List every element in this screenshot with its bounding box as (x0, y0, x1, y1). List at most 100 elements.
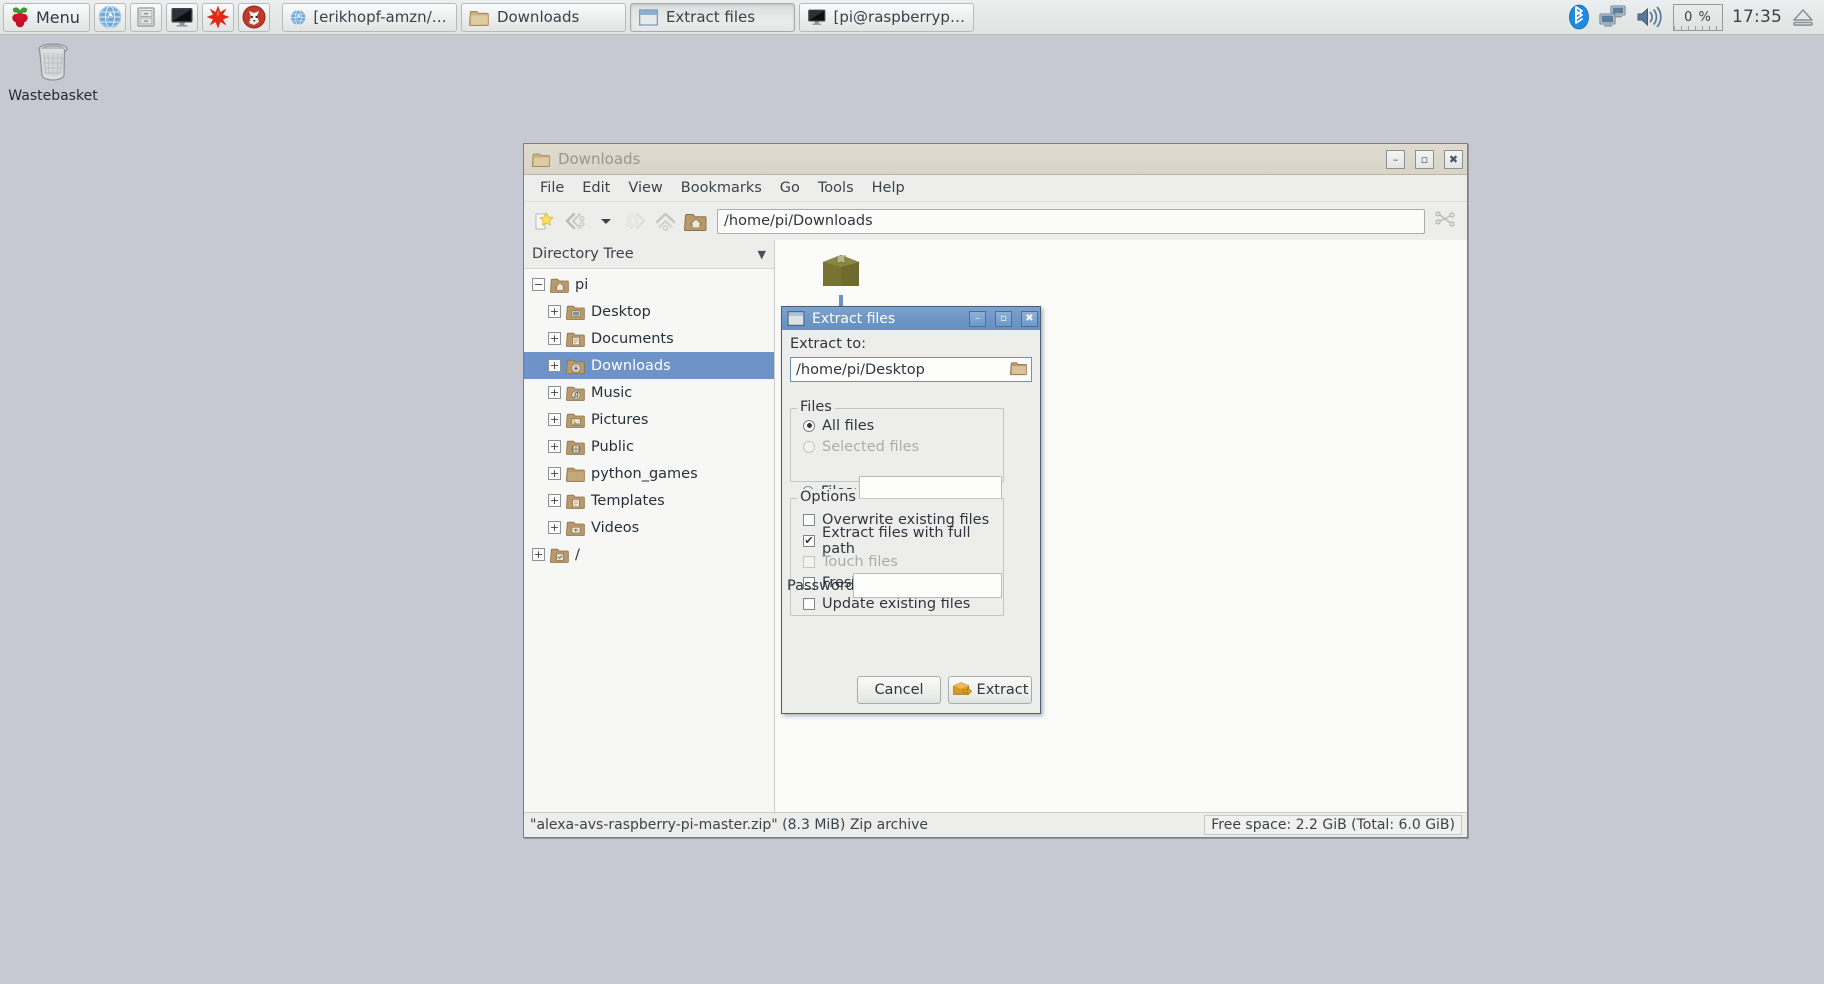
monitor-icon (808, 9, 826, 25)
taskbar: Menu [erikhopf-amzn/al Downloads Extract… (0, 0, 1824, 35)
cpu-meter-ticks (1674, 25, 1722, 30)
menu-button[interactable]: Menu (3, 2, 90, 32)
mathematica-launcher[interactable] (201, 2, 234, 32)
folder-icon (468, 10, 489, 26)
menu-tools[interactable]: Tools (810, 177, 862, 199)
tree-item-downloads[interactable]: + Downloads (524, 352, 774, 379)
videos-folder-icon (566, 519, 586, 537)
menu-button-label: Menu (36, 7, 80, 27)
menu-file[interactable]: File (532, 177, 572, 199)
tree-item-documents[interactable]: + Documents (524, 325, 774, 352)
network-icon[interactable] (1599, 5, 1627, 29)
back-icon[interactable] (562, 208, 589, 235)
expander-plus-icon[interactable]: + (548, 332, 561, 345)
raspberry-pi-icon (12, 7, 28, 28)
tree-item-label: Documents (591, 330, 674, 347)
system-tray: 0 % 17:35 (1568, 3, 1824, 32)
extract-to-input[interactable]: /home/pi/Desktop (790, 357, 1032, 382)
tree-item-python-games[interactable]: + python_games (524, 460, 774, 487)
checkbox-touch-files-label: Touch files (822, 553, 898, 570)
desktop-icon-label: Wastebasket (8, 88, 98, 104)
password-input[interactable] (853, 573, 1002, 598)
expander-plus-icon[interactable]: + (532, 548, 545, 561)
checkbox-extract-full-path[interactable]: ✔ Extract files with full path (803, 525, 1003, 557)
menu-help[interactable]: Help (864, 177, 913, 199)
file-manager-menubar: File Edit View Bookmarks Go Tools Help (524, 175, 1467, 202)
checkbox-indicator: ✔ (803, 534, 815, 547)
globe-icon (290, 9, 306, 25)
expander-plus-icon[interactable]: + (548, 359, 561, 372)
menu-go[interactable]: Go (772, 177, 808, 199)
expander-minus-icon[interactable]: − (532, 278, 545, 291)
status-selection-info: "alexa-avs-raspberry-pi-master.zip" (8.3… (530, 817, 929, 833)
tree-item-desktop[interactable]: + Desktop (524, 298, 774, 325)
dialog-button-row: Cancel Extract (822, 676, 1032, 704)
home-icon[interactable] (682, 208, 709, 235)
expander-plus-icon[interactable]: + (548, 386, 561, 399)
chevron-down-icon[interactable]: ▼ (758, 248, 766, 261)
dialog-maximize-button[interactable]: ▫ (995, 310, 1012, 327)
expander-plus-icon[interactable]: + (548, 467, 561, 480)
folder-browse-icon[interactable] (1009, 360, 1028, 380)
taskbar-window-extract-files-label: Extract files (665, 8, 756, 26)
tree-item-public[interactable]: + Public (524, 433, 774, 460)
menu-bookmarks[interactable]: Bookmarks (673, 177, 770, 199)
clock[interactable]: 17:35 (1732, 7, 1782, 27)
web-browser-launcher[interactable] (93, 2, 126, 32)
menu-edit[interactable]: Edit (574, 177, 618, 199)
file-manager-minimize-button[interactable]: – (1386, 149, 1405, 169)
files-pattern-input[interactable] (859, 476, 1002, 499)
dialog-titlebar[interactable]: Extract files – ▫ ✖ (782, 307, 1040, 330)
chevron-down-icon[interactable] (592, 208, 619, 235)
menu-view[interactable]: View (620, 177, 670, 199)
search-tree-icon[interactable] (1432, 208, 1459, 235)
file-manager-title: Downloads (558, 150, 641, 168)
radio-all-files[interactable]: All files (803, 415, 1003, 436)
terminal-launcher[interactable] (165, 2, 198, 32)
tree-item-label: Downloads (591, 357, 671, 374)
radio-indicator (803, 440, 815, 453)
directory-tree-header[interactable]: Directory Tree ▼ (524, 240, 774, 269)
file-manager-launcher[interactable] (129, 2, 162, 32)
taskbar-window-terminal[interactable]: [pi@raspberrypi: ~] (798, 2, 974, 32)
radio-all-files-label: All files (822, 417, 875, 434)
taskbar-window-extract-files[interactable]: Extract files (629, 2, 795, 32)
taskbar-window-terminal-label: [pi@raspberrypi: ~] (833, 8, 966, 26)
tree-item-music[interactable]: + Music (524, 379, 774, 406)
tree-item-videos[interactable]: + Videos (524, 514, 774, 541)
new-tab-icon[interactable] (532, 208, 559, 235)
expander-plus-icon[interactable]: + (548, 305, 561, 318)
taskbar-window-browser[interactable]: [erikhopf-amzn/alexa… (281, 2, 457, 32)
radio-selected-files-label: Selected files (822, 438, 920, 455)
tree-item-pi[interactable]: − pi (524, 271, 774, 298)
up-icon[interactable] (652, 208, 679, 235)
dialog-close-button[interactable]: ✖ (1021, 310, 1038, 327)
file-manager-maximize-button[interactable]: ▫ (1415, 149, 1434, 169)
tree-item-pictures[interactable]: + Pictures (524, 406, 774, 433)
dialog-minimize-button[interactable]: – (969, 310, 986, 327)
extract-button[interactable]: Extract (948, 676, 1032, 704)
expander-plus-icon[interactable]: + (548, 413, 561, 426)
wolfram-launcher[interactable] (237, 2, 270, 32)
path-entry[interactable]: /home/pi/Downloads (717, 208, 1425, 234)
expander-plus-icon[interactable]: + (548, 494, 561, 507)
file-manager-statusbar: "alexa-avs-raspberry-pi-master.zip" (8.3… (524, 812, 1467, 837)
home-folder-icon (550, 276, 570, 294)
expander-plus-icon[interactable]: + (548, 440, 561, 453)
cancel-button[interactable]: Cancel (857, 676, 941, 704)
taskbar-window-downloads-label: Downloads (496, 8, 580, 26)
taskbar-window-downloads[interactable]: Downloads (460, 2, 626, 32)
tree-item-templates[interactable]: + Templates (524, 487, 774, 514)
eject-icon[interactable] (1791, 6, 1815, 28)
file-manager-close-button[interactable]: ✖ (1444, 149, 1463, 169)
cpu-usage-monitor[interactable]: 0 % (1673, 3, 1723, 31)
desktop-icon-wastebasket[interactable]: Wastebasket (8, 37, 98, 104)
file-manager-titlebar[interactable]: Downloads – ▫ ✖ (524, 144, 1467, 175)
file-item-zip-archive[interactable] (793, 250, 889, 313)
tree-item-[interactable]: + / (524, 541, 774, 568)
volume-icon[interactable] (1636, 5, 1664, 29)
tree-item-label: pi (575, 276, 589, 293)
bluetooth-icon[interactable] (1568, 4, 1590, 30)
expander-plus-icon[interactable]: + (548, 521, 561, 534)
dialog-content: Extract to: /home/pi/Desktop Files All f… (782, 330, 1040, 713)
